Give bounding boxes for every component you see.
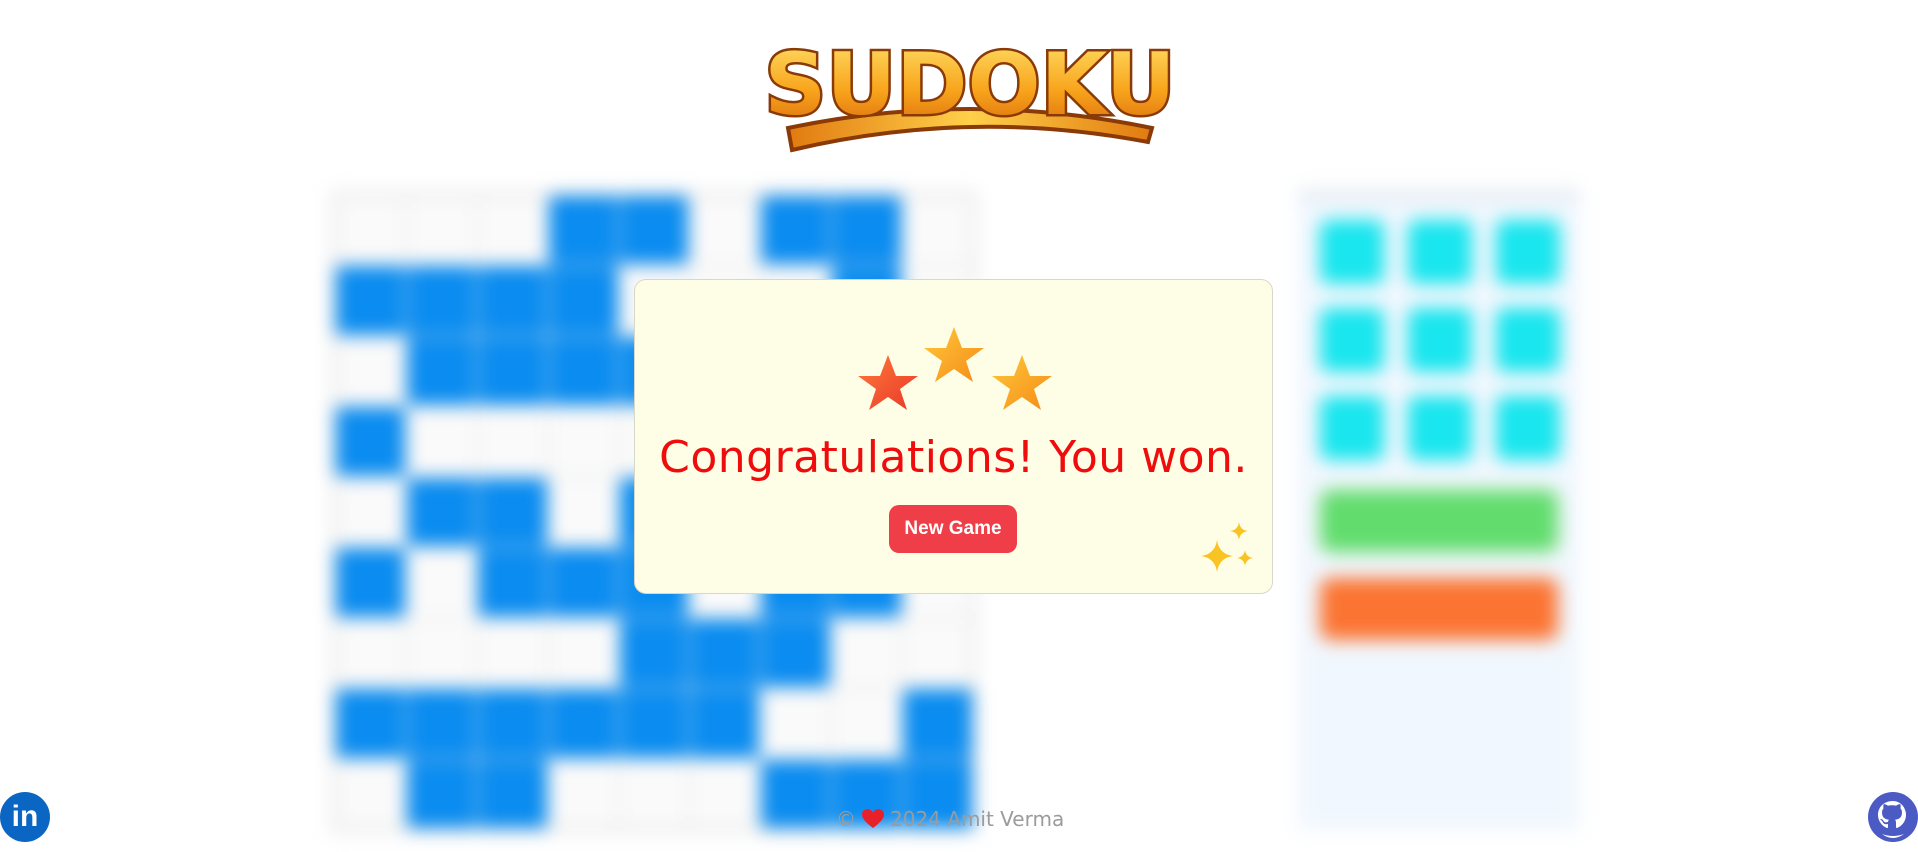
board-cell[interactable]	[547, 265, 619, 336]
board-cell[interactable]	[831, 688, 903, 759]
numpad-key[interactable]	[1408, 308, 1472, 372]
board-cell[interactable]	[405, 547, 477, 618]
board-cell[interactable]	[547, 688, 619, 759]
footer: © 2024 Amit Verma	[836, 806, 1064, 832]
board-cell[interactable]	[405, 335, 477, 407]
numpad-key[interactable]	[1408, 396, 1472, 460]
board-cell[interactable]	[405, 758, 477, 829]
board-cell[interactable]	[335, 265, 406, 336]
board-cell[interactable]	[476, 688, 548, 759]
board-cell[interactable]	[405, 195, 477, 266]
side-panel	[1298, 190, 1580, 830]
new-game-button[interactable]: New Game	[889, 505, 1017, 553]
win-modal: Congratulations! You won. New Game	[634, 279, 1273, 594]
stars-group	[858, 327, 1052, 410]
star-icon	[924, 327, 984, 382]
board-cell[interactable]	[760, 758, 832, 829]
board-cell[interactable]	[335, 547, 406, 618]
board-cell[interactable]	[902, 688, 973, 759]
board-cell[interactable]	[405, 476, 477, 548]
board-cell[interactable]	[618, 758, 690, 829]
board-cell[interactable]	[760, 617, 832, 689]
win-message: Congratulations! You won.	[659, 432, 1248, 483]
sparkles-icon	[1201, 522, 1253, 572]
star-icon	[858, 355, 918, 410]
board-cell[interactable]	[689, 195, 761, 266]
board-cell[interactable]	[476, 406, 548, 477]
board-cell[interactable]	[476, 617, 548, 689]
board-cell[interactable]	[547, 758, 619, 829]
linkedin-icon[interactable]: in	[0, 792, 50, 842]
board-cell[interactable]	[689, 688, 761, 759]
board-cell[interactable]	[405, 688, 477, 759]
board-cell[interactable]	[547, 617, 619, 689]
board-cell[interactable]	[547, 335, 619, 407]
board-cell[interactable]	[476, 195, 548, 266]
board-cell[interactable]	[335, 688, 406, 759]
board-cell[interactable]	[405, 617, 477, 689]
numpad-key[interactable]	[1320, 308, 1384, 372]
star-icon	[992, 355, 1052, 410]
heart-icon	[862, 809, 884, 828]
board-cell[interactable]	[476, 547, 548, 618]
board-cell[interactable]	[476, 476, 548, 548]
number-pad	[1320, 220, 1560, 460]
numpad-key[interactable]	[1408, 220, 1472, 284]
board-cell[interactable]	[547, 547, 619, 618]
numpad-key[interactable]	[1496, 396, 1560, 460]
board-cell[interactable]	[335, 195, 406, 266]
board-cell[interactable]	[831, 195, 903, 266]
board-cell[interactable]	[476, 265, 548, 336]
green-action-button[interactable]	[1320, 490, 1558, 552]
numpad-key[interactable]	[1496, 308, 1560, 372]
board-cell[interactable]	[902, 617, 973, 689]
board-cell[interactable]	[618, 688, 690, 759]
board-cell[interactable]	[547, 476, 619, 548]
copyright-symbol: ©	[836, 807, 856, 831]
numpad-key[interactable]	[1320, 220, 1384, 284]
numpad-key[interactable]	[1496, 220, 1560, 284]
board-cell[interactable]	[335, 476, 406, 548]
board-cell[interactable]	[902, 195, 973, 266]
board-cell[interactable]	[476, 335, 548, 407]
github-icon[interactable]	[1868, 792, 1918, 842]
numpad-key[interactable]	[1320, 396, 1384, 460]
board-cell[interactable]	[405, 406, 477, 477]
board-cell[interactable]	[547, 195, 619, 266]
board-cell[interactable]	[689, 617, 761, 689]
board-cell[interactable]	[335, 758, 406, 829]
board-cell[interactable]	[335, 406, 406, 477]
board-cell[interactable]	[831, 617, 903, 689]
board-cell[interactable]	[335, 617, 406, 689]
board-cell[interactable]	[476, 758, 548, 829]
board-cell[interactable]	[689, 758, 761, 829]
board-cell[interactable]	[618, 617, 690, 689]
board-cell[interactable]	[335, 335, 406, 407]
board-cell[interactable]	[405, 265, 477, 336]
footer-credit: 2024 Amit Verma	[890, 807, 1065, 831]
board-cell[interactable]	[760, 195, 832, 266]
orange-action-button[interactable]	[1320, 578, 1558, 640]
board-cell[interactable]	[618, 195, 690, 266]
sudoku-page: SUDOKU Congratulations! You won. New Gam…	[0, 0, 1918, 852]
linkedin-label: in	[11, 800, 39, 833]
board-cell[interactable]	[547, 406, 619, 477]
board-cell[interactable]	[760, 688, 832, 759]
